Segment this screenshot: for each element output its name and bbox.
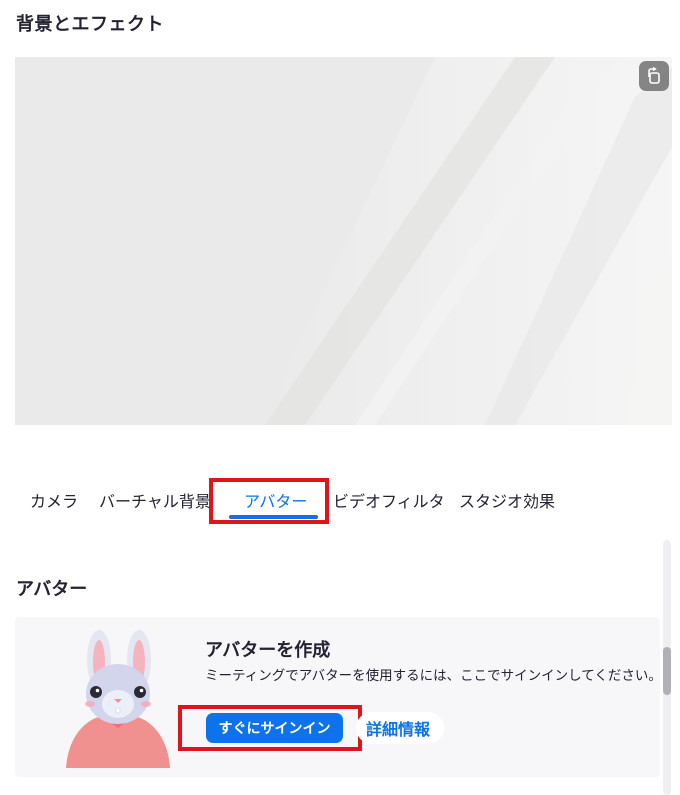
card-description: ミーティングでアバターを使用するには、ここでサインインしてください。 (205, 668, 662, 684)
rotate-camera-button[interactable] (639, 61, 669, 91)
section-title: アバター (16, 579, 88, 600)
tab-virtual-background[interactable]: バーチャル背景 (99, 488, 211, 512)
effects-tab-bar: カメラ バーチャル背景 アバター ビデオフィルタ スタジオ効果 (15, 478, 655, 522)
card-title: アバターを作成 (205, 640, 331, 661)
more-info-link[interactable]: 詳細情報 (356, 712, 445, 744)
rotate-camera-icon (648, 67, 660, 84)
preview-wall-image (15, 57, 672, 425)
scrollbar-thumb[interactable] (663, 647, 671, 695)
page-title: 背景とエフェクト (16, 14, 164, 35)
tab-highlight-box (209, 478, 329, 524)
signin-highlight-box (178, 705, 362, 751)
tab-video-filter[interactable]: ビデオフィルタ (333, 488, 445, 512)
bunny-avatar-illustration (66, 630, 170, 768)
tab-studio-effects[interactable]: スタジオ効果 (459, 488, 555, 512)
tab-camera[interactable]: カメラ (30, 488, 78, 512)
camera-preview (15, 57, 672, 425)
